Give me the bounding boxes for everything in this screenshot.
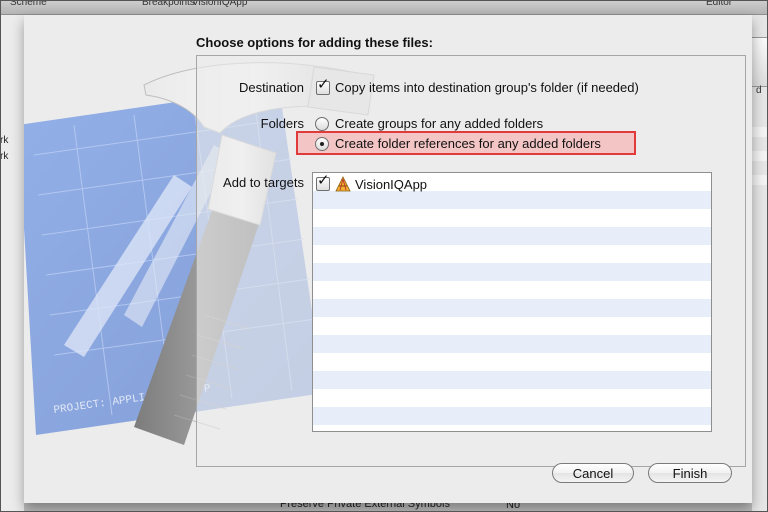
navigator-pane: rk rk	[0, 15, 25, 512]
checkmark-icon: ✓	[317, 74, 330, 93]
cancel-button[interactable]: Cancel	[552, 463, 634, 483]
inspector-fragment: d	[756, 85, 762, 96]
folders-option-references[interactable]: Create folder references for any added f…	[315, 136, 601, 151]
copy-items-checkbox-row[interactable]: ✓ Copy items into destination group's fo…	[316, 76, 639, 95]
copy-items-checkbox[interactable]: ✓	[316, 76, 330, 95]
list-stripe	[313, 227, 711, 245]
targets-list[interactable]: ✓ VisionIQApp	[312, 172, 712, 432]
destination-label: Destination	[238, 80, 304, 95]
folders-label: Folders	[260, 116, 304, 131]
toolbar-label-project[interactable]: VisionIQApp	[192, 0, 247, 8]
inspector-pane: d	[752, 15, 768, 512]
groups-radio-label[interactable]: Create groups for any added folders	[335, 116, 543, 131]
inspector-row	[752, 175, 768, 185]
folders-option-groups[interactable]: Create groups for any added folders	[315, 116, 543, 131]
inspector-tab-strip[interactable]	[752, 37, 768, 87]
add-files-options-sheet: PROJECT: APPLICATION.APP Choose options …	[24, 15, 752, 503]
finish-button[interactable]: Finish	[648, 463, 732, 483]
list-stripe	[313, 371, 711, 389]
list-stripe	[313, 191, 711, 209]
target-label[interactable]: VisionIQApp	[355, 177, 427, 192]
sheet-title: Choose options for adding these files:	[196, 35, 433, 50]
navigator-fragment: rk	[0, 151, 9, 162]
radio-selected-dot	[320, 141, 324, 146]
xcode-toolbar: Scheme Breakpoints VisionIQApp Editor	[0, 0, 768, 15]
add-to-targets-label: Add to targets	[223, 175, 304, 190]
checkmark-icon: ✓	[317, 172, 330, 189]
list-stripe	[313, 407, 711, 425]
groups-radio[interactable]	[315, 116, 329, 131]
folder-references-radio[interactable]	[315, 136, 329, 151]
list-stripe	[313, 335, 711, 353]
target-checkbox[interactable]: ✓	[316, 173, 330, 191]
inspector-row	[752, 127, 768, 137]
toolbar-label-scheme[interactable]: Scheme	[10, 0, 47, 8]
build-settings-strip: Preserve Private External Symbols No ⌃	[24, 498, 752, 512]
toolbar-label-editor[interactable]: Editor	[706, 0, 732, 8]
list-stripe	[313, 263, 711, 281]
toolbar-label-breakpoints[interactable]: Breakpoints	[142, 0, 195, 8]
copy-items-label[interactable]: Copy items into destination group's fold…	[335, 80, 639, 95]
navigator-fragment: rk	[0, 135, 9, 146]
folder-references-radio-label[interactable]: Create folder references for any added f…	[335, 136, 601, 151]
inspector-row	[752, 151, 768, 161]
list-stripe	[313, 299, 711, 317]
app-target-icon	[335, 176, 351, 192]
list-item[interactable]: ✓ VisionIQApp	[316, 173, 427, 192]
